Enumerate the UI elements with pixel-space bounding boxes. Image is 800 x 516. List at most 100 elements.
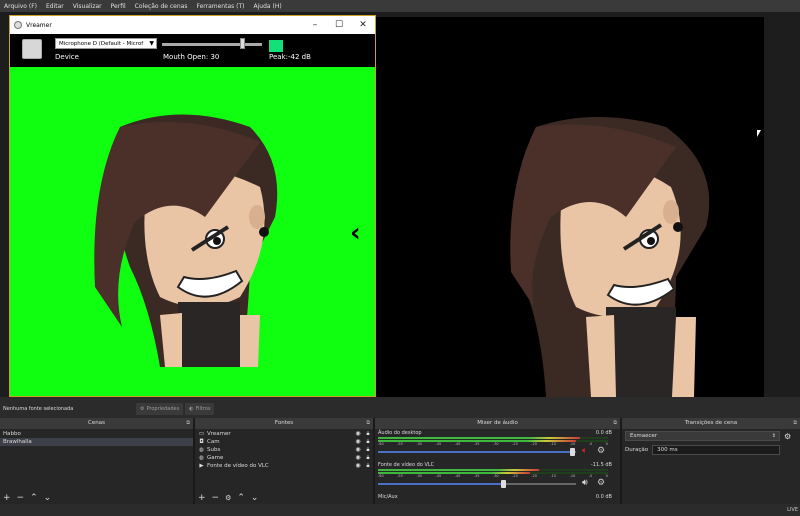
speaker-icon[interactable]: 🔊︎ [582,478,588,488]
properties-label: Propriedades [146,406,180,412]
maximize-icon[interactable]: ☐ [327,20,351,30]
menu-edit[interactable]: Editar [46,3,64,10]
tick: -35 [473,474,480,478]
eye-icon[interactable]: ◉ [353,454,363,462]
scene-item[interactable]: Habbo [0,430,193,438]
transitions-title-text: Transições de cena [684,420,738,426]
properties-button[interactable]: ⚙ Propriedades [136,403,184,415]
mouth-open-slider-handle[interactable] [240,38,245,49]
sources-footer: + − ⚙ ⌃ ⌄ [195,492,373,504]
undock-icon[interactable]: ⧉ [613,418,617,429]
remove-icon[interactable]: − [212,493,220,503]
menu-profile[interactable]: Perfil [111,3,126,10]
tick: -50 [416,442,423,446]
mixer-channel: Áudio do desktop 0.0 dB -60 -55 -50 -45 -40-… [375,429,620,461]
eye-icon[interactable]: ◉ [353,430,363,438]
channel-name: Fonte de vídeo do VLC [378,462,435,468]
lock-icon[interactable]: 🔒︎ [363,438,373,446]
menu-scene-collection[interactable]: Coleção de cenas [135,3,188,10]
volume-slider-rest[interactable] [503,483,576,485]
mixer-title-text: Mixer de áudio [477,420,518,426]
up-icon[interactable]: ⌃ [30,493,38,503]
gear-icon[interactable]: ⚙ [784,432,791,441]
scenes-dock: Cenas ⧉ Habbo Brawlhalla + − ⌃ ⌄ [0,418,195,504]
close-icon[interactable]: ✕ [351,20,375,30]
chevron-left-icon[interactable]: ‹ [350,218,361,248]
undock-icon[interactable]: ⧉ [366,418,370,429]
duration-row: Duração 300 ms [622,443,800,457]
tick: -10 [569,474,576,478]
mouse-cursor-icon [757,130,761,137]
mixer-title: Mixer de áudio ⧉ [375,418,620,429]
window-icon: ▭ [198,431,205,437]
duration-input[interactable]: 300 ms [652,445,781,455]
volume-slider[interactable] [378,451,572,453]
volume-slider-handle[interactable] [570,448,575,456]
mouth-open-slider[interactable] [162,43,262,46]
scenes-list: Habbo Brawlhalla [0,429,193,447]
source-item[interactable]: ▭ Vreamer ◉ 🔒︎ [195,430,373,438]
scene-item[interactable]: Brawlhalla [0,438,193,446]
gear-icon[interactable]: ⚙ [597,446,605,456]
sources-list: ▭ Vreamer ◉ 🔒︎ ◘ Cam ◉ 🔒︎ ◍ Subs ◉ 🔒︎ ◍ … [195,429,373,471]
live-status: LIVE [787,507,798,513]
add-icon[interactable]: + [3,493,11,503]
filters-button[interactable]: ◐ Filtros [185,403,215,415]
source-name: Cam [207,439,220,445]
duration-value: 300 ms [657,447,678,453]
tick: -5 [588,442,593,446]
tick: 0 [605,474,608,478]
menu-file[interactable]: Arquivo (F) [4,3,37,10]
menu-view[interactable]: Visualizar [73,3,102,10]
device-select[interactable]: Microphone D (Default - Microf ▼ [55,38,157,49]
undock-icon[interactable]: ⧉ [186,418,190,429]
vreamer-window: Vreamer – ☐ ✕ Microphone D (Default - Mi… [9,15,376,397]
volume-slider-handle[interactable] [501,480,506,488]
tick: -55 [397,442,403,446]
tick: -30 [492,474,499,478]
channel-db: 0.0 dB [595,494,612,500]
lock-icon[interactable]: 🔒︎ [363,430,373,438]
source-item[interactable]: ▶ Fonte de vídeo do VLC ◉ 🔒︎ [195,462,373,470]
mixer-channel: Mic/Aux 0.0 dB [375,493,620,501]
program-canvas[interactable] [376,17,764,397]
volume-slider[interactable] [378,483,503,485]
source-name: Subs [207,447,221,453]
tick: -30 [492,442,499,446]
scenes-title: Cenas ⧉ [0,418,193,429]
gear-icon[interactable]: ⚙ [225,494,231,502]
tick: -55 [397,474,403,478]
lock-icon[interactable]: 🔒︎ [363,446,373,454]
minimize-icon[interactable]: – [303,20,327,30]
menu-help[interactable]: Ajuda (H) [254,3,282,10]
sources-dock: Fontes ⧉ ▭ Vreamer ◉ 🔒︎ ◘ Cam ◉ 🔒︎ ◍ Sub… [195,418,375,504]
avatar-toggle-button[interactable] [22,39,42,59]
source-toolbar: Nenhuma fonte selecionada ⚙ Propriedades… [0,402,800,416]
source-item[interactable]: ◍ Game ◉ 🔒︎ [195,454,373,462]
tick: -10 [569,442,576,446]
gear-icon[interactable]: ⚙ [597,478,605,488]
remove-icon[interactable]: − [17,493,25,503]
lock-icon[interactable]: 🔒︎ [363,462,373,470]
menu-tools[interactable]: Ferramentas (T) [196,3,244,10]
down-icon[interactable]: ⌄ [251,493,259,503]
lock-icon[interactable]: 🔒︎ [363,454,373,462]
eye-icon[interactable]: ◉ [353,462,363,470]
speaker-muted-icon[interactable]: 🔈︎ [582,446,587,456]
undock-icon[interactable]: ⧉ [793,418,797,429]
duration-label: Duração [625,447,649,453]
eye-icon[interactable]: ◉ [353,438,363,446]
vreamer-controls: Microphone D (Default - Microf ▼ Device … [10,34,375,67]
avatar-character-dark [510,117,710,397]
up-icon[interactable]: ⌃ [237,493,245,503]
app-icon [14,21,22,29]
source-item[interactable]: ◘ Cam ◉ 🔒︎ [195,438,373,446]
chevron-updown-icon: ⇕ [771,433,776,439]
add-icon[interactable]: + [198,493,206,503]
meter-ticks: -60 -55 -50 -45 -40 -35 -30 -25 -20 -15 -10 -5 0 [378,474,608,479]
eye-icon[interactable]: ◉ [353,446,363,454]
meter-ticks: -60 -55 -50 -45 -40 -35 -30 -25 -20 -15 -10 -5 0 [378,442,608,447]
transition-select[interactable]: Esmaecer ⇕ [625,431,780,441]
down-icon[interactable]: ⌄ [44,493,52,503]
source-item[interactable]: ◍ Subs ◉ 🔒︎ [195,446,373,454]
